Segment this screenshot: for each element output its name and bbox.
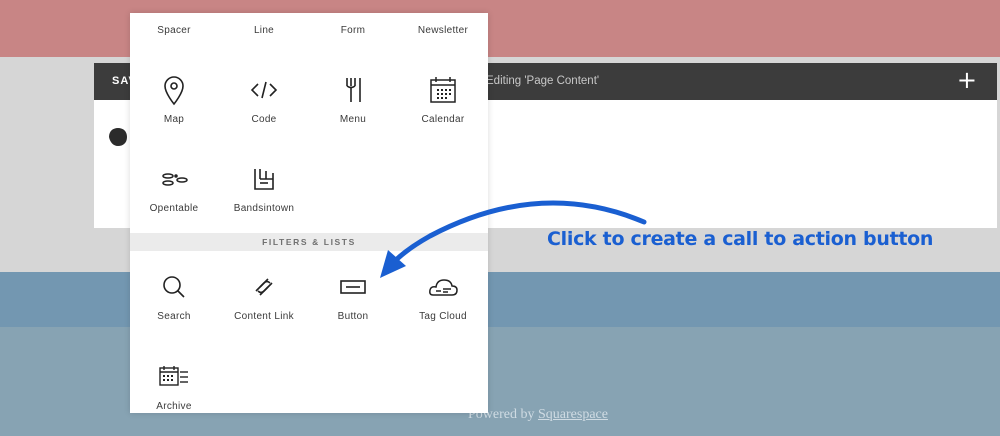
block-newsletter[interactable]: Newsletter [399,25,487,36]
archive-icon [159,366,188,386]
block-label: Tag Cloud [419,311,467,322]
block-label: Map [163,114,185,125]
block-archive[interactable]: Archive [130,359,218,412]
block-bandsintown[interactable]: Bandsintown [220,161,308,214]
tag-cloud-icon [429,279,458,296]
content-link-icon [255,278,273,296]
opentable-icon [162,173,188,186]
block-code[interactable]: Code [220,72,308,125]
block-label: Code [251,114,277,125]
block-button[interactable]: Button [309,269,397,322]
block-calendar[interactable]: Calendar [399,72,487,125]
block-content-link[interactable]: Content Link [220,269,308,322]
editor-title: Editing 'Page Content' [486,75,600,87]
filters-lists-header: FILTERS & LISTS [130,233,488,251]
add-block-button[interactable]: + [957,67,977,93]
add-block-panel: Spacer Line Form Newsletter Map Code Men… [130,13,488,413]
block-label: Opentable [149,203,199,214]
block-line[interactable]: Line [220,25,308,36]
block-map[interactable]: Map [130,72,218,125]
block-label: Calendar [421,114,465,125]
block-spacer[interactable]: Spacer [130,25,218,36]
squarespace-link[interactable]: Squarespace [538,407,608,422]
search-icon [163,276,185,298]
block-label: Search [157,311,191,322]
calendar-icon [430,77,456,103]
block-search[interactable]: Search [130,269,218,322]
block-label: Bandsintown [233,203,295,214]
block-label: Content Link [234,311,294,322]
map-pin-icon [164,76,184,106]
bandsintown-icon [254,169,274,190]
block-menu[interactable]: Menu [309,72,397,125]
annotation-text: Click to create a call to action button [547,228,934,250]
block-tag-cloud[interactable]: Tag Cloud [399,269,487,322]
block-label: Button [337,311,369,322]
block-label: Menu [339,114,367,125]
block-opentable[interactable]: Opentable [130,161,218,214]
insert-point-icon[interactable] [107,127,129,147]
button-icon [340,280,366,294]
powered-by: Powered by Squarespace [468,407,608,423]
block-label: Archive [156,401,192,412]
fork-knife-icon [346,78,361,102]
code-icon [250,81,278,99]
block-form[interactable]: Form [309,25,397,36]
